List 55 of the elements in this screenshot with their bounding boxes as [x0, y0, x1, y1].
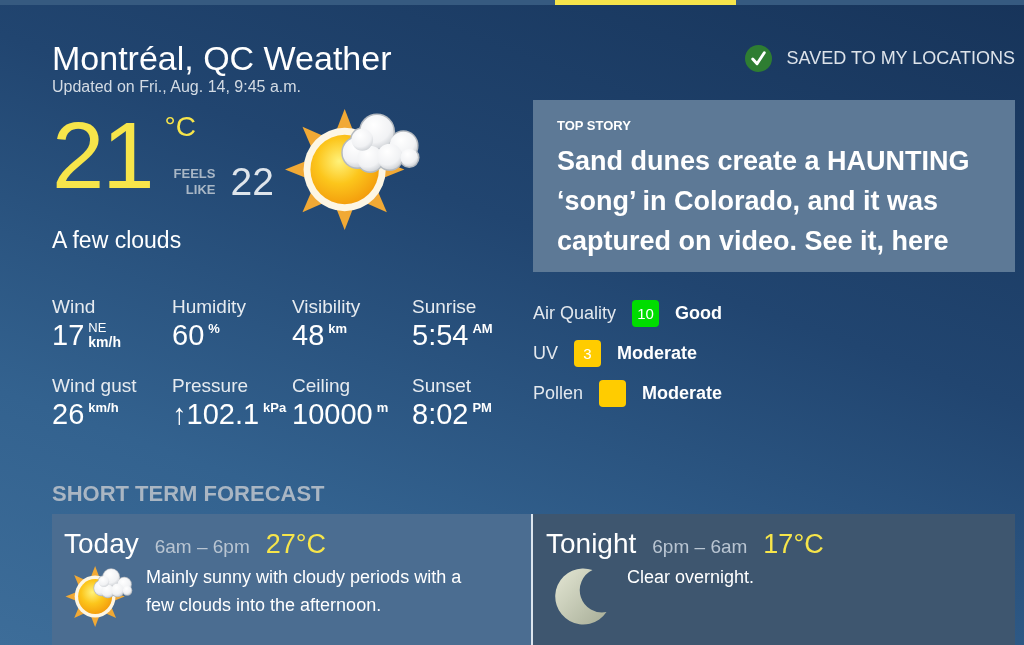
- detail-unit: km: [328, 321, 348, 336]
- detail-unit: km/h: [88, 335, 121, 350]
- detail-unit: kPa: [263, 400, 287, 415]
- condition-text: A few clouds: [52, 227, 182, 253]
- story-kicker: TOP STORY: [557, 118, 631, 134]
- saved-locations-button[interactable]: SAVED TO MY LOCATIONS: [744, 45, 1015, 72]
- index-rating: Good: [675, 302, 723, 324]
- forecast-description: Clear overnight.: [627, 566, 755, 589]
- detail-unit: m: [376, 400, 389, 415]
- detail-value: ↑102.1: [172, 398, 260, 430]
- detail-unit: %: [208, 321, 220, 336]
- updated-timestamp: Updated on Fri., Aug. 14, 9:45 a.m.: [52, 78, 302, 96]
- section-heading: SHORT TERM FORECAST: [52, 482, 326, 506]
- detail-label: Sunrise: [412, 296, 477, 317]
- time-range: 6pm – 6am: [652, 536, 748, 558]
- detail-label: Pressure: [172, 375, 249, 396]
- detail-value: 8:02: [412, 398, 469, 430]
- detail-unit: AM: [472, 321, 493, 336]
- detail-label: Humidity: [172, 296, 246, 317]
- detail-value: 26: [52, 398, 85, 430]
- index-label: Air Quality: [533, 302, 617, 324]
- index-value-badge: 3: [574, 339, 601, 367]
- forecast-temperature: 17°C: [763, 528, 824, 560]
- detail-label: Sunset: [412, 375, 472, 396]
- crescent-moon-icon: [552, 568, 609, 626]
- detail-label: Visibility: [292, 296, 361, 317]
- index-label: Pollen: [533, 382, 584, 404]
- feels-like-value: 22: [230, 162, 274, 202]
- sun-cloud-icon: [283, 107, 421, 232]
- index-rating: Moderate: [617, 342, 698, 364]
- forecast-temperature: 27°C: [265, 528, 327, 560]
- sun-cloud-icon: [65, 565, 133, 628]
- page-title: Montréal, QC Weather: [52, 39, 392, 77]
- detail-value: 60: [172, 319, 205, 351]
- detail-value: 17: [52, 319, 85, 351]
- detail-label: Wind: [52, 296, 96, 317]
- detail-value: 5:54: [412, 319, 469, 351]
- period-name: Tonight: [546, 528, 637, 560]
- forecast-description: Mainly sunny with cloudy periods with a few clouds into the afternoon.: [146, 566, 463, 617]
- index-rating: Moderate: [642, 382, 723, 404]
- story-headline-link[interactable]: Sand dunes create a HAUNTING ‘song’ in Colorado, and it was captured on video. See it, here: [557, 141, 991, 261]
- current-temperature: 21: [52, 109, 153, 203]
- feels-like-label: FEELS LIKE: [173, 166, 216, 198]
- detail-unit: km/h: [88, 400, 119, 415]
- detail-unit: PM: [472, 400, 492, 415]
- detail-value: 48: [292, 319, 325, 351]
- period-name: Today: [64, 528, 139, 560]
- index-value-badge: 10: [632, 299, 660, 327]
- index-label: UV: [533, 342, 558, 364]
- temperature-unit: °C: [164, 113, 196, 141]
- wind-direction: NE: [88, 321, 107, 335]
- detail-value: 10000: [292, 398, 373, 430]
- time-range: 6am – 6pm: [154, 536, 250, 558]
- detail-label: Wind gust: [52, 375, 137, 396]
- detail-label: Ceiling: [292, 375, 351, 396]
